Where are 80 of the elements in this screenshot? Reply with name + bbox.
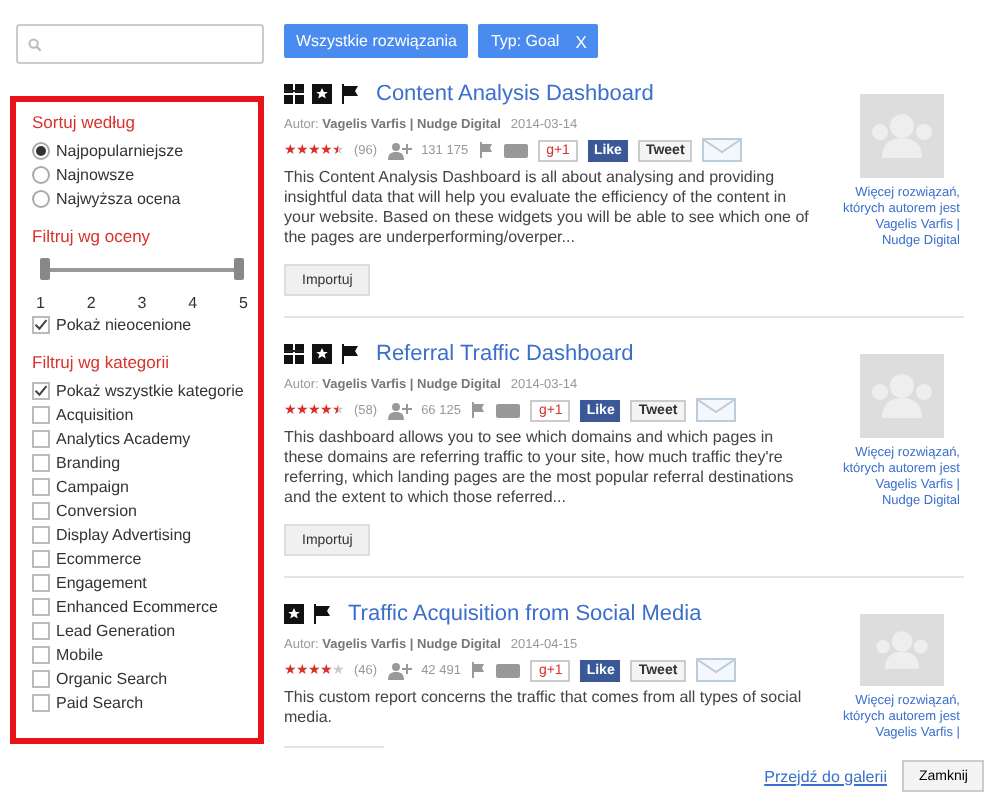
tag-icon [496, 403, 521, 417]
result-title-link[interactable]: Referral Traffic Dashboard [376, 342, 634, 366]
checkbox[interactable] [32, 525, 50, 543]
flag-icon [312, 604, 332, 624]
flag-icon [470, 662, 487, 678]
tick-label: 5 [239, 294, 248, 312]
checkbox-label: Pokaż wszystkie kategorie [56, 381, 244, 399]
star-box-icon [284, 604, 304, 624]
remove-filter-button[interactable]: X [575, 31, 587, 51]
tag-icon [504, 143, 529, 157]
checkbox-label: Branding [56, 453, 121, 471]
checkbox[interactable] [32, 621, 50, 639]
flag-icon [340, 344, 360, 364]
tick-label: 3 [137, 294, 147, 312]
mail-icon [702, 138, 743, 162]
checkbox[interactable] [32, 501, 50, 519]
result-title-link[interactable]: Traffic Acquisition from Social Media [348, 602, 702, 626]
tick-label: 4 [188, 294, 198, 312]
rating-slider[interactable] [44, 258, 238, 282]
mail-icon [695, 398, 736, 422]
avatar-icon [860, 614, 944, 686]
search-field[interactable] [16, 24, 264, 64]
grid-icon [284, 344, 304, 364]
result-description: This Content Analysis Dashboard is all about analysing and providing insightful data that will help you evaluate the efficiency of the content in your website. Based on these widgets you will be able to see which one of the pages are underperforming/overper... [284, 168, 811, 248]
section-heading: Filtruj wg kategorii [32, 352, 171, 372]
grid-icon [284, 84, 304, 104]
star-box-icon [312, 84, 332, 104]
checkbox-label: Campaign [56, 477, 129, 495]
tick-label: 1 [36, 294, 45, 312]
checkbox-label: Lead Generation [56, 621, 176, 639]
radio-button[interactable] [32, 189, 50, 207]
checkbox-label: Conversion [56, 501, 137, 519]
checkbox-label: Paid Search [56, 693, 144, 711]
tag-icon [496, 663, 521, 677]
result-title-link[interactable]: Content Analysis Dashboard [376, 82, 654, 106]
slider-handle[interactable] [40, 258, 50, 280]
option-label: Najpopularniejsze [56, 141, 184, 159]
search-icon [28, 37, 42, 51]
slider-handle[interactable] [234, 258, 244, 280]
checkbox-label: Pokaż nieocenione [56, 315, 192, 333]
radio-button[interactable] [32, 165, 50, 183]
checkbox-label: Display Advertising [56, 525, 192, 543]
users-icon [387, 401, 412, 419]
flag-icon [340, 84, 360, 104]
checkbox[interactable] [32, 573, 50, 591]
checkbox[interactable] [32, 477, 50, 495]
checkbox-label: Organic Search [56, 669, 168, 687]
section-heading: Sortuj według [32, 112, 138, 132]
checkbox-label: Acquisition [56, 405, 134, 423]
checkbox-label: Ecommerce [56, 549, 142, 567]
checkbox-label: Mobile [56, 645, 104, 663]
checkbox[interactable] [32, 549, 50, 567]
checkbox-label: Enhanced Ecommerce [56, 597, 218, 615]
users-icon [387, 141, 412, 159]
checkbox[interactable] [32, 669, 50, 687]
option-label: Najwyższa ocena [56, 189, 181, 207]
users-icon [387, 661, 412, 679]
section-heading: Filtruj wg oceny [32, 226, 153, 246]
flag-icon [478, 142, 495, 158]
checkbox[interactable] [32, 381, 50, 399]
checkbox-label: Analytics Academy [56, 429, 191, 447]
checkbox[interactable] [32, 429, 50, 447]
checkbox[interactable] [32, 645, 50, 663]
checkbox[interactable] [32, 597, 50, 615]
mail-icon [695, 658, 736, 682]
result-description: This custom report concerns the traffic that comes from all types of social media. [284, 688, 804, 728]
radio-button[interactable] [32, 141, 50, 159]
checkbox[interactable] [32, 453, 50, 471]
checkbox-label: Engagement [56, 573, 147, 591]
checkbox[interactable] [32, 315, 50, 333]
tick-label: 2 [86, 294, 96, 312]
checkbox[interactable] [32, 405, 50, 423]
result-description: This dashboard allows you to see which domains and which pages in these domains are referring traffic to your site, how much traffic they're referring, which landing pages are the most popular referral destinations and the extent to which those referred... [284, 428, 796, 508]
star-box-icon [312, 344, 332, 364]
filter-chip[interactable]: Typ: Goal X [478, 24, 599, 58]
flag-icon [470, 402, 487, 418]
option-label: Najnowsze [56, 165, 135, 183]
checkbox[interactable] [32, 693, 50, 711]
gallery-link[interactable]: Przejdź do galerii [764, 767, 887, 785]
filter-chip[interactable]: Wszystkie rozwiązania [284, 24, 469, 58]
